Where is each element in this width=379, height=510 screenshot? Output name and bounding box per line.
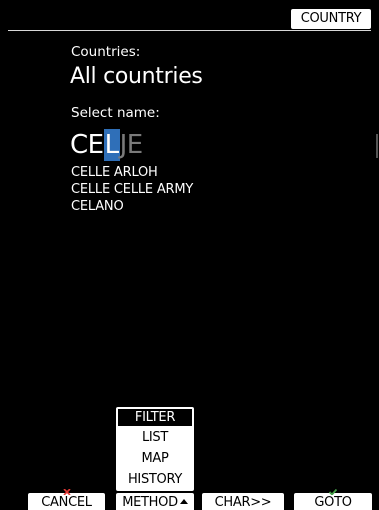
list-item[interactable]: CELLE ARLOH bbox=[71, 164, 193, 181]
name-cursor[interactable]: L bbox=[103, 129, 120, 161]
name-typed-text: CE bbox=[70, 130, 104, 160]
menu-item-history[interactable]: HISTORY bbox=[116, 469, 194, 490]
method-label: METHOD bbox=[122, 495, 178, 510]
cancel-x-icon bbox=[62, 489, 71, 495]
menu-item-list[interactable]: LIST bbox=[116, 427, 194, 448]
countries-value[interactable]: All countries bbox=[70, 64, 203, 89]
checkmark-icon bbox=[329, 489, 337, 495]
select-name-label: Select name: bbox=[71, 105, 160, 121]
cancel-button[interactable]: CANCEL bbox=[28, 489, 105, 510]
header-divider bbox=[8, 30, 371, 31]
method-button[interactable]: METHOD bbox=[116, 493, 194, 510]
char-button[interactable]: CHAR>> bbox=[202, 493, 284, 510]
name-entry-field[interactable]: CELJE bbox=[70, 129, 143, 161]
country-button[interactable]: COUNTRY bbox=[291, 9, 371, 29]
name-autocomplete-text: JE bbox=[119, 130, 144, 160]
waypoint-select-screen: COUNTRY Countries: All countries Select … bbox=[0, 0, 379, 510]
list-item[interactable]: CELANO bbox=[71, 198, 193, 215]
countries-label: Countries: bbox=[71, 44, 141, 60]
list-item[interactable]: CELLE CELLE ARMY bbox=[71, 181, 193, 198]
cancel-label: CANCEL bbox=[41, 495, 92, 510]
char-label: CHAR>> bbox=[214, 495, 272, 510]
chevron-up-icon bbox=[179, 499, 188, 504]
menu-item-map[interactable]: MAP bbox=[116, 448, 194, 469]
scrollbar-indicator bbox=[376, 134, 378, 158]
goto-label: GOTO bbox=[314, 495, 352, 510]
menu-item-filter[interactable]: FILTER bbox=[117, 408, 193, 427]
results-list: CELLE ARLOH CELLE CELLE ARMY CELANO bbox=[71, 164, 193, 215]
method-menu: FILTER LIST MAP HISTORY bbox=[116, 407, 194, 491]
goto-button[interactable]: GOTO bbox=[294, 489, 372, 510]
